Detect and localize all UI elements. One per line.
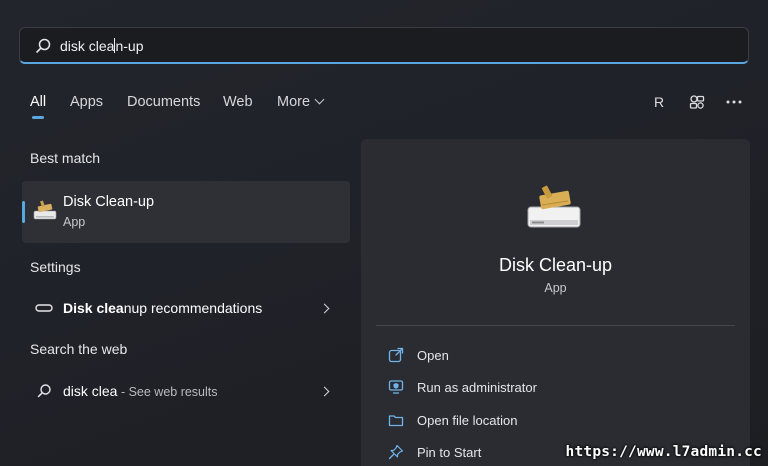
best-match-heading: Best match [30, 150, 101, 166]
open-file-location-label: Open file location [417, 413, 518, 428]
search-web-heading: Search the web [30, 341, 128, 357]
web-search-label: disk clea - See web results [63, 383, 218, 399]
tab-more-label: More [277, 94, 311, 110]
watermark-text: https://www.l7admin.cc [565, 444, 762, 460]
ellipsis-glyph [726, 100, 742, 104]
best-match-app-type: App [63, 215, 86, 229]
settings-result-disk-cleanup-recommendations[interactable]: Disk cleanup recommendations [22, 291, 350, 325]
run-as-administrator-action[interactable]: Run as administrator [385, 376, 725, 400]
disk-cleanup-icon [33, 200, 57, 220]
web-search-result[interactable]: disk clea - See web results [22, 374, 350, 408]
tab-apps[interactable]: Apps [70, 94, 103, 110]
settings-result-match: Disk clea [63, 300, 124, 316]
start-search-window: disk clean-up All Apps Documents Web Mor… [0, 0, 768, 466]
chevron-down-icon [314, 94, 325, 105]
web-search-suffix: - See web results [117, 385, 218, 399]
search-query-after-caret: n-up [115, 38, 144, 54]
connected-devices-glyph [689, 95, 705, 109]
connected-devices-icon[interactable] [685, 90, 709, 114]
open-label: Open [417, 348, 449, 363]
preview-app-name: Disk Clean-up [498, 255, 613, 275]
preview-app-type: App [544, 281, 567, 295]
tab-all-label: All [30, 94, 47, 110]
settings-result-label: Disk cleanup recommendations [63, 300, 262, 316]
best-match-result[interactable]: Disk Clean-up App [22, 181, 350, 243]
chevron-right-icon [319, 386, 330, 397]
shield-admin-icon [388, 380, 404, 394]
profile-initial-icon[interactable]: R [647, 90, 671, 114]
settings-result-rest: nup recommendations [123, 300, 263, 316]
tab-more[interactable]: More [277, 94, 325, 110]
open-file-location-action[interactable]: Open file location [385, 409, 725, 433]
disk-cleanup-icon [527, 185, 581, 228]
search-icon [37, 384, 51, 398]
run-as-administrator-label: Run as administrator [417, 380, 537, 395]
preview-divider [376, 325, 735, 326]
best-match-app-name: Disk Clean-up [63, 194, 155, 210]
pin-to-start-label: Pin to Start [417, 445, 482, 460]
account-initial: R [653, 94, 665, 110]
search-query-before-caret: disk clea [60, 38, 115, 54]
app-preview-pane: Disk Clean-up App Open Run as administra… [361, 139, 750, 466]
settings-heading: Settings [30, 259, 81, 275]
tab-documents[interactable]: Documents [127, 94, 200, 110]
pin-icon [388, 444, 404, 460]
tab-web[interactable]: Web [223, 94, 253, 110]
more-options-icon[interactable] [722, 90, 746, 114]
tab-active-indicator [32, 116, 44, 119]
search-query-text: disk clean-up [60, 38, 144, 54]
folder-icon [388, 415, 404, 427]
tab-all[interactable]: All [30, 94, 47, 119]
selection-indicator [22, 201, 25, 223]
storage-drive-icon [35, 304, 53, 312]
search-icon [36, 38, 51, 53]
chevron-right-icon [319, 303, 330, 314]
open-icon [388, 347, 404, 363]
open-action[interactable]: Open [385, 344, 725, 368]
search-input[interactable]: disk clean-up [19, 27, 749, 64]
web-search-query: disk clea [63, 383, 118, 399]
